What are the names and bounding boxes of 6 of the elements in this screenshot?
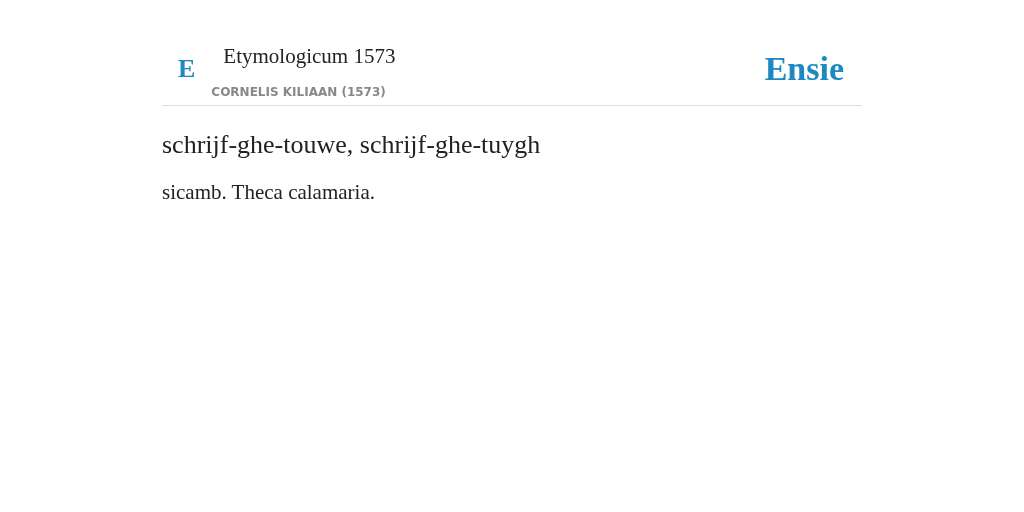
logo-letter: E (178, 56, 196, 85)
headword: schrijf-ghe-touwe, schrijf-ghe-tuygh (162, 130, 542, 160)
definition: sicamb. Theca calamaria. (162, 180, 376, 205)
dictionary-title: Etymologicum 1573 (223, 44, 396, 69)
brand-logo[interactable]: Ensie (764, 50, 844, 88)
author-label: CORNELIS KILIAAN (1573) (211, 85, 387, 99)
